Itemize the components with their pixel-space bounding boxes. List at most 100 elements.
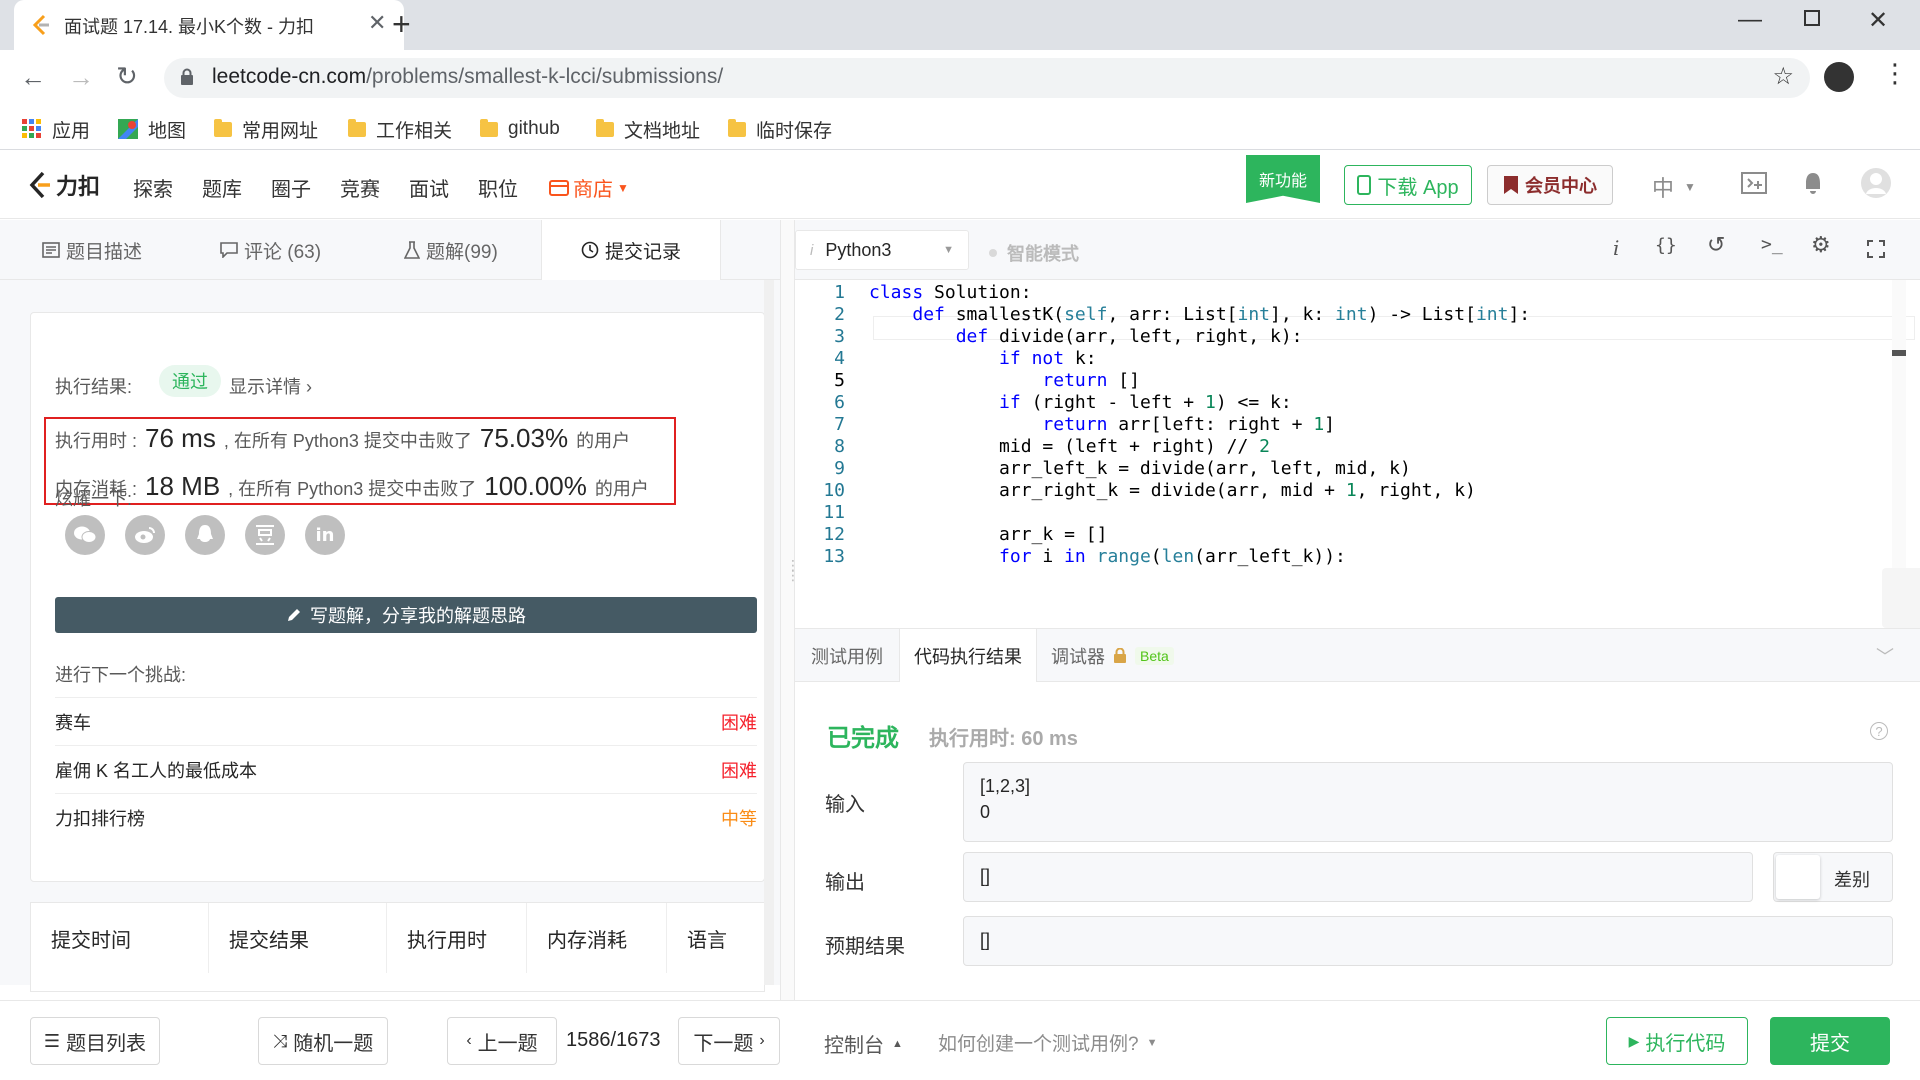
- nav-circle[interactable]: 圈子: [271, 173, 311, 202]
- side-panel-toggle[interactable]: [1882, 568, 1920, 628]
- code-line: if not k:: [999, 348, 1097, 369]
- profile-icon[interactable]: [1824, 62, 1854, 92]
- challenge-row[interactable]: 赛车 困难: [55, 697, 757, 745]
- terminal-icon[interactable]: >_: [1761, 234, 1783, 255]
- bookmark-folder-github[interactable]: github: [480, 116, 560, 142]
- bookmark-folder-common[interactable]: 常用网址: [214, 116, 318, 142]
- menu-kebab-icon[interactable]: ⋮: [1882, 58, 1908, 89]
- close-tab-icon[interactable]: ✕: [368, 10, 386, 36]
- left-scrollbar[interactable]: [764, 280, 774, 985]
- settings-gear-icon[interactable]: ⚙: [1811, 232, 1831, 258]
- tab-submissions[interactable]: 提交记录: [541, 220, 721, 280]
- challenge-row[interactable]: 雇佣 K 名工人的最低成本 困难: [55, 745, 757, 793]
- nav-problems[interactable]: 题库: [202, 173, 242, 202]
- nav-explore[interactable]: 探索: [133, 173, 173, 202]
- nav-interview[interactable]: 面试: [409, 173, 449, 202]
- info-icon[interactable]: i: [1613, 236, 1619, 260]
- collapse-chevron-icon[interactable]: ﹀: [1876, 643, 1894, 669]
- bookmark-star-icon[interactable]: ☆: [1772, 62, 1794, 91]
- user-avatar-icon[interactable]: [1860, 167, 1892, 199]
- how-to-testcase-link[interactable]: 如何创建一个测试用例? ▼: [938, 1029, 1157, 1056]
- tab-label: 提交记录: [604, 241, 681, 263]
- scroll-marker: [1892, 350, 1906, 356]
- weibo-icon[interactable]: [125, 515, 165, 555]
- tab-exec-result[interactable]: 代码执行结果: [899, 629, 1037, 683]
- bookmark-label: 工作相关: [376, 120, 453, 142]
- bookmark-label: github: [508, 118, 560, 139]
- debugger-label: 调试器: [1051, 647, 1105, 667]
- code-line: arr_k = []: [869, 524, 1108, 545]
- member-center-button[interactable]: 会员中心: [1487, 165, 1613, 205]
- fullscreen-icon[interactable]: [1867, 240, 1885, 258]
- braces-icon[interactable]: {}: [1655, 235, 1677, 256]
- challenge-name: 赛车: [55, 712, 91, 733]
- bookmark-folder-temp[interactable]: 临时保存: [728, 116, 832, 142]
- submit-button[interactable]: 提交: [1770, 1017, 1890, 1065]
- console-toggle[interactable]: 控制台 ▲: [824, 1029, 903, 1058]
- problem-list-button[interactable]: ☰ 题目列表: [30, 1017, 160, 1065]
- bookmark-folder-work[interactable]: 工作相关: [348, 116, 452, 142]
- bookmark-maps[interactable]: 地图: [118, 116, 186, 142]
- address-bar[interactable]: leetcode-cn.com/problems/smallest-k-lcci…: [164, 58, 1810, 98]
- difficulty-badge: 困难: [721, 712, 757, 733]
- run-label: 执行代码: [1645, 1032, 1726, 1055]
- tab-solutions[interactable]: 题解(99): [404, 220, 498, 280]
- minimize-icon[interactable]: —: [1738, 6, 1762, 34]
- wechat-icon[interactable]: [65, 515, 105, 555]
- code-editor[interactable]: 1 class Solution: 2 def smallestK(self, ar…: [795, 280, 1920, 628]
- help-icon[interactable]: ?: [1870, 722, 1888, 740]
- write-solution-button[interactable]: 写题解，分享我的解题思路: [55, 597, 757, 633]
- editor-toolbar: i Python3 ▼ 智能模式 i {} ↺ >_ ⚙: [795, 220, 1920, 280]
- description-icon: [42, 242, 60, 258]
- window-close-icon[interactable]: ✕: [1868, 6, 1888, 35]
- expected-value: []: [980, 930, 991, 950]
- next-problem-button[interactable]: 下一题 ›: [678, 1017, 780, 1065]
- nav-contest[interactable]: 竞赛: [340, 173, 380, 202]
- challenge-row[interactable]: 力扣排行榜 中等: [55, 793, 757, 841]
- runtime-suffix: 的用户: [576, 431, 631, 451]
- nav-store[interactable]: 商店 ▼: [549, 173, 629, 202]
- back-icon[interactable]: ←: [20, 62, 46, 93]
- reset-icon[interactable]: ↺: [1707, 232, 1725, 258]
- memory-percent: 100.00%: [484, 471, 587, 501]
- member-badge-icon: [1503, 175, 1519, 195]
- tab-description[interactable]: 题目描述: [42, 220, 142, 280]
- run-code-button[interactable]: ▶ 执行代码: [1606, 1017, 1748, 1065]
- site-logo[interactable]: 力扣: [28, 169, 100, 201]
- bell-icon[interactable]: [1802, 171, 1824, 197]
- playground-icon[interactable]: [1740, 171, 1768, 197]
- tab-debugger[interactable]: 调试器 Beta: [1051, 629, 1174, 683]
- bookmark-folder-docs[interactable]: 文档地址: [596, 116, 700, 142]
- new-tab-icon[interactable]: +: [392, 6, 411, 43]
- forward-icon[interactable]: →: [68, 62, 94, 93]
- bottom-bar: ☰ 题目列表 ⤨ 随机一题 ‹ 上一题 1586/1673 下一题 › 控制台 …: [0, 1000, 1920, 1080]
- download-app-button[interactable]: 下载 App: [1344, 165, 1472, 205]
- language-select[interactable]: i Python3 ▼: [795, 230, 969, 270]
- line-number: 1: [834, 282, 845, 303]
- prev-problem-button[interactable]: ‹ 上一题: [447, 1017, 557, 1065]
- next-label: 下一题: [693, 1032, 754, 1055]
- browser-tab[interactable]: 面试题 17.14. 最小K个数 - 力扣 ✕: [14, 0, 404, 50]
- problem-counter: 1586/1673: [566, 1029, 661, 1051]
- exec-status: 已完成: [827, 725, 899, 752]
- nav-jobs[interactable]: 职位: [478, 173, 518, 202]
- random-problem-button[interactable]: ⤨ 随机一题: [258, 1017, 388, 1065]
- reload-icon[interactable]: ↻: [116, 61, 138, 92]
- qq-icon[interactable]: [185, 515, 225, 555]
- leetcode-favicon-icon: [30, 14, 52, 36]
- bookmark-apps[interactable]: 应用: [22, 116, 90, 142]
- show-details-link[interactable]: 显示详情 ›: [229, 373, 312, 399]
- tab-testcase[interactable]: 测试用例: [811, 629, 883, 683]
- pane-splitter[interactable]: ⋮ ⋮: [780, 220, 800, 1000]
- diff-toggle[interactable]: 差别: [1773, 852, 1893, 902]
- line-number: 7: [834, 414, 845, 435]
- language-switch[interactable]: 中 ▼: [1652, 171, 1696, 203]
- linkedin-icon[interactable]: in: [305, 515, 345, 555]
- restore-icon[interactable]: [1804, 10, 1820, 26]
- douban-icon[interactable]: [245, 515, 285, 555]
- flask-icon: [404, 241, 420, 259]
- tab-comments[interactable]: 评论 (63): [220, 220, 321, 280]
- browser-tab-bar: 面试题 17.14. 最小K个数 - 力扣 ✕ + — ✕: [0, 0, 1920, 50]
- new-feature-badge[interactable]: 新功能: [1246, 155, 1320, 203]
- smart-mode-toggle[interactable]: 智能模式: [989, 240, 1079, 266]
